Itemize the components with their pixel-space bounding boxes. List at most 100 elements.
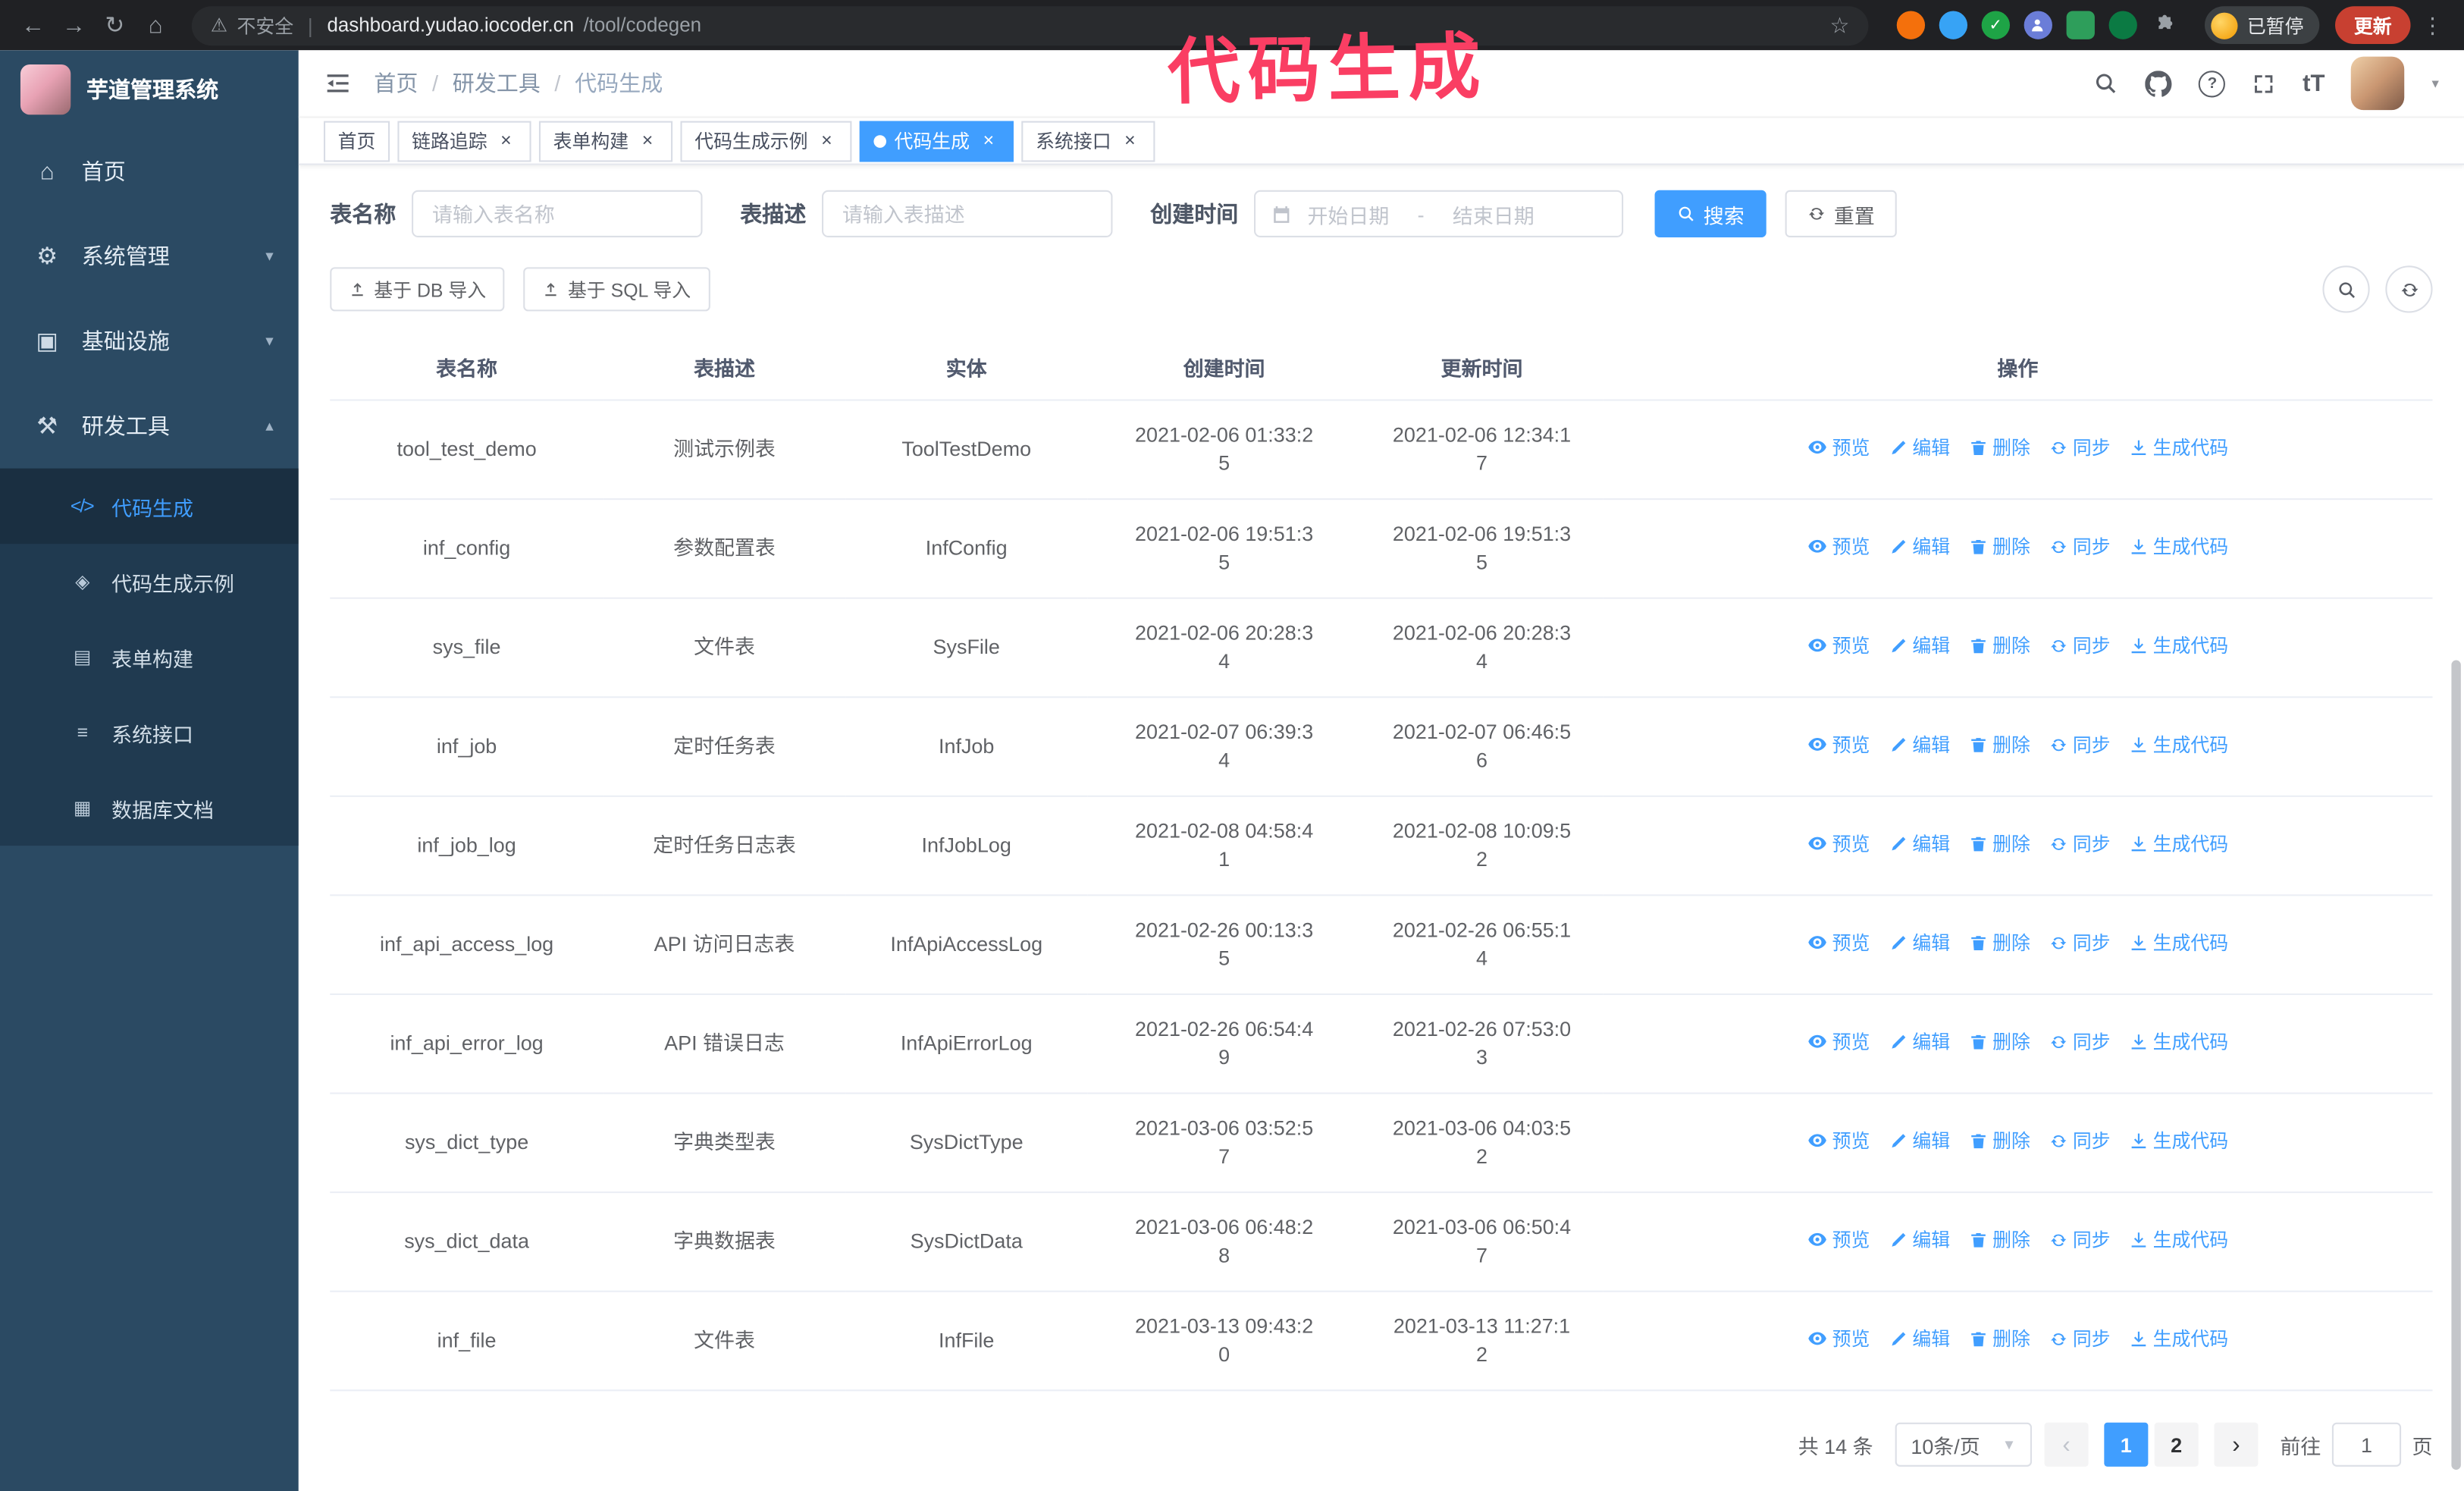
action-generate[interactable]: 生成代码 (2130, 435, 2228, 463)
browser-home-button[interactable]: ⌂ (138, 8, 173, 42)
extension-icon-green-square[interactable] (2066, 11, 2095, 39)
action-delete[interactable]: 删除 (1969, 929, 2030, 957)
action-sync[interactable]: 同步 (2049, 533, 2111, 561)
action-preview[interactable]: 预览 (1807, 830, 1870, 858)
close-icon[interactable]: × (1119, 129, 1141, 152)
sidebar-subitem-form-builder[interactable]: ▤ 表单构建 (0, 620, 299, 695)
table-name-input[interactable] (412, 190, 703, 237)
sidebar-subitem-system-api[interactable]: ≡ 系统接口 (0, 695, 299, 770)
action-delete[interactable]: 删除 (1969, 1226, 2030, 1254)
extension-icon-green-check[interactable]: ✓ (1981, 11, 2010, 39)
sidebar-fold-icon[interactable] (324, 69, 352, 97)
logo[interactable]: 芋道管理系统 (0, 50, 299, 129)
close-icon[interactable]: × (495, 129, 517, 152)
import-db-button[interactable]: 基于 DB 导入 (330, 267, 506, 312)
sidebar-item-dev-tools[interactable]: ⚒ 研发工具 ▴ (0, 384, 299, 469)
action-preview[interactable]: 预览 (1807, 928, 1870, 956)
refresh-table-button[interactable] (2385, 265, 2433, 313)
action-sync[interactable]: 同步 (2049, 1226, 2111, 1254)
action-generate[interactable]: 生成代码 (2130, 1326, 2228, 1354)
action-delete[interactable]: 删除 (1969, 731, 2030, 759)
action-edit[interactable]: 编辑 (1889, 533, 1950, 561)
action-edit[interactable]: 编辑 (1889, 1226, 1950, 1254)
action-preview[interactable]: 预览 (1807, 1127, 1870, 1155)
tab-codegen-example[interactable]: 代码生成示例 × (680, 120, 852, 162)
action-preview[interactable]: 预览 (1807, 434, 1870, 462)
scrollbar-thumb[interactable] (2451, 660, 2461, 1470)
action-generate[interactable]: 生成代码 (2130, 929, 2228, 957)
search-button[interactable]: 搜索 (1654, 190, 1766, 237)
create-time-range-input[interactable]: 开始日期 - 结束日期 (1254, 190, 1624, 237)
sidebar-subitem-db-doc[interactable]: ▦ 数据库文档 (0, 771, 299, 846)
bookmark-star-icon[interactable]: ☆ (1829, 12, 1849, 39)
page-button-2[interactable]: 2 (2154, 1422, 2199, 1467)
action-delete[interactable]: 删除 (1969, 533, 2030, 561)
action-generate[interactable]: 生成代码 (2130, 731, 2228, 759)
next-page-button[interactable]: › (2214, 1422, 2259, 1467)
user-avatar[interactable] (2351, 56, 2406, 111)
action-generate[interactable]: 生成代码 (2130, 1128, 2228, 1156)
action-sync[interactable]: 同步 (2049, 1028, 2111, 1056)
action-edit[interactable]: 编辑 (1889, 731, 1950, 759)
action-delete[interactable]: 删除 (1969, 830, 2030, 859)
action-delete[interactable]: 删除 (1969, 1326, 2030, 1354)
action-preview[interactable]: 预览 (1807, 1325, 1870, 1353)
page-button-1[interactable]: 1 (2104, 1422, 2149, 1467)
sidebar-item-home[interactable]: ⌂ 首页 (0, 129, 299, 214)
prev-page-button[interactable]: ‹ (2044, 1422, 2089, 1467)
action-edit[interactable]: 编辑 (1889, 1326, 1950, 1354)
action-sync[interactable]: 同步 (2049, 929, 2111, 957)
extension-icon-people[interactable] (2024, 11, 2052, 39)
action-edit[interactable]: 编辑 (1889, 830, 1950, 859)
puzzle-extensions-icon[interactable] (2151, 11, 2179, 39)
chevron-down-icon[interactable]: ▾ (2431, 75, 2438, 93)
extension-icon-leaf[interactable] (2108, 11, 2137, 39)
sidebar-item-infrastructure[interactable]: ▣ 基础设施 ▾ (0, 299, 299, 384)
action-delete[interactable]: 删除 (1969, 435, 2030, 463)
table-desc-input[interactable] (822, 190, 1113, 237)
action-generate[interactable]: 生成代码 (2130, 830, 2228, 859)
search-icon[interactable] (2093, 71, 2118, 96)
action-edit[interactable]: 编辑 (1889, 929, 1950, 957)
action-sync[interactable]: 同步 (2049, 731, 2111, 759)
close-icon[interactable]: × (816, 129, 838, 152)
github-icon[interactable] (2145, 70, 2173, 96)
action-generate[interactable]: 生成代码 (2130, 533, 2228, 561)
action-delete[interactable]: 删除 (1969, 1128, 2030, 1156)
action-preview[interactable]: 预览 (1807, 730, 1870, 758)
action-edit[interactable]: 编辑 (1889, 435, 1950, 463)
action-generate[interactable]: 生成代码 (2130, 632, 2228, 661)
close-icon[interactable]: × (977, 129, 999, 152)
action-sync[interactable]: 同步 (2049, 1326, 2111, 1354)
action-preview[interactable]: 预览 (1807, 1028, 1870, 1056)
action-preview[interactable]: 预览 (1807, 1226, 1870, 1254)
action-delete[interactable]: 删除 (1969, 1028, 2030, 1056)
browser-update-button[interactable]: 更新 (2334, 6, 2411, 45)
tab-codegen[interactable]: 代码生成 × (859, 120, 1014, 162)
breadcrumb-item[interactable]: 首页 (374, 67, 418, 99)
fullscreen-icon[interactable] (2252, 72, 2276, 96)
help-icon[interactable]: ? (2199, 70, 2226, 97)
address-bar[interactable]: ⚠ 不安全 | dashboard.yudao.iocoder.cn/tool/… (191, 5, 1869, 46)
browser-back-button[interactable]: ← (16, 8, 51, 42)
sync-paused-badge[interactable]: 已暂停 (2204, 6, 2320, 45)
close-icon[interactable]: × (637, 129, 659, 152)
action-edit[interactable]: 编辑 (1889, 1028, 1950, 1056)
tab-home[interactable]: 首页 (323, 120, 390, 162)
sidebar-item-system-management[interactable]: ⚙ 系统管理 ▾ (0, 214, 299, 299)
tab-system-api[interactable]: 系统接口 × (1021, 120, 1155, 162)
action-sync[interactable]: 同步 (2049, 830, 2111, 859)
action-generate[interactable]: 生成代码 (2130, 1226, 2228, 1254)
action-preview[interactable]: 预览 (1807, 532, 1870, 560)
goto-page-input[interactable] (2331, 1422, 2402, 1467)
action-sync[interactable]: 同步 (2049, 435, 2111, 463)
action-sync[interactable]: 同步 (2049, 632, 2111, 661)
sidebar-subitem-codegen-example[interactable]: ◈ 代码生成示例 (0, 544, 299, 619)
browser-forward-button[interactable]: → (57, 8, 92, 42)
tab-form-builder[interactable]: 表单构建 × (539, 120, 673, 162)
action-edit[interactable]: 编辑 (1889, 1128, 1950, 1156)
browser-reload-button[interactable]: ↻ (98, 8, 133, 42)
breadcrumb-item[interactable]: 研发工具 (453, 67, 541, 99)
import-sql-button[interactable]: 基于 SQL 导入 (523, 267, 710, 312)
page-size-select[interactable]: 10条/页 ▼ (1895, 1422, 2032, 1467)
